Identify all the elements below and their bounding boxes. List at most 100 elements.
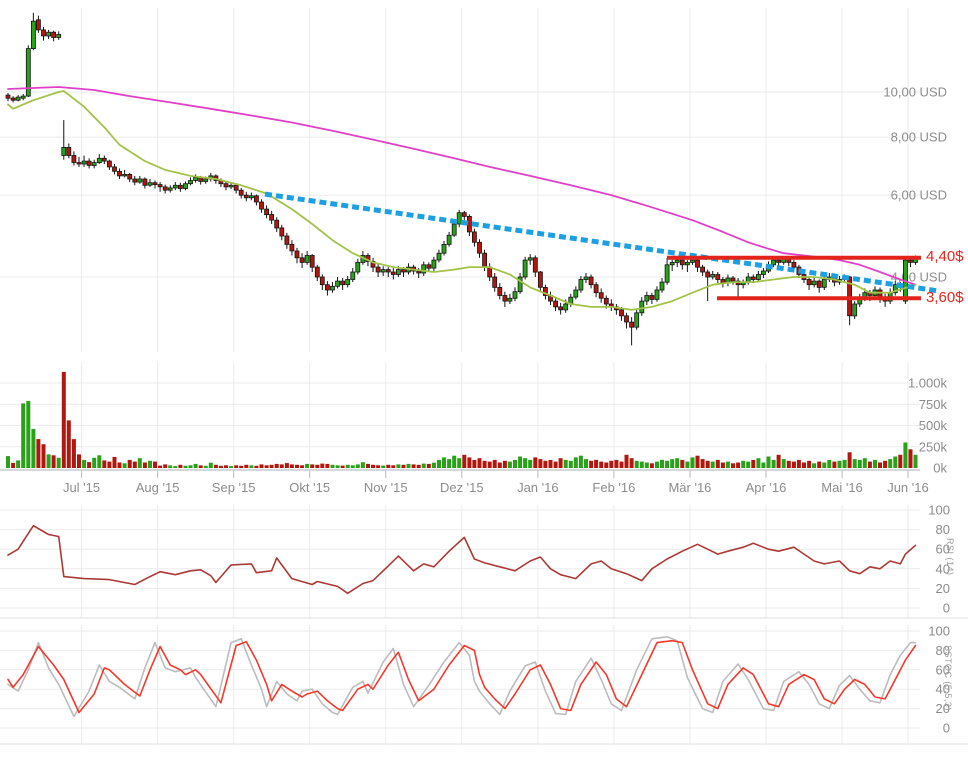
volume-bar bbox=[670, 459, 675, 468]
volume-bar bbox=[893, 456, 898, 468]
volume-bar bbox=[279, 464, 284, 468]
volume-bar bbox=[741, 460, 746, 468]
candle-up bbox=[563, 303, 569, 311]
candle-up bbox=[456, 212, 462, 225]
volume-bar bbox=[619, 461, 624, 468]
candle-down bbox=[127, 173, 133, 180]
candle-down bbox=[806, 279, 812, 286]
month-label: Okt '15 bbox=[289, 480, 330, 495]
candle-down bbox=[117, 170, 122, 177]
candle-down bbox=[10, 97, 16, 101]
volume-bar bbox=[31, 428, 36, 468]
candle-down bbox=[284, 235, 290, 245]
volume-bar bbox=[208, 462, 213, 468]
candle-down bbox=[253, 195, 259, 203]
resistance-level-label: 4,40$ bbox=[926, 248, 964, 265]
candle-up bbox=[137, 178, 143, 183]
candle-up bbox=[56, 34, 62, 38]
volume-bar bbox=[609, 460, 614, 468]
volume-bar bbox=[183, 465, 188, 468]
stoch-axis-label: 100 bbox=[928, 624, 950, 639]
volume-bar bbox=[386, 464, 391, 468]
volume-bar bbox=[46, 454, 51, 468]
candle-up bbox=[172, 184, 178, 189]
candle-down bbox=[593, 284, 599, 294]
candle-down bbox=[314, 266, 320, 278]
volume-bar bbox=[325, 463, 330, 468]
candle-up bbox=[20, 95, 26, 99]
candle-down bbox=[340, 280, 346, 286]
candle-down bbox=[51, 31, 56, 38]
candle-up bbox=[193, 176, 199, 181]
candle-up bbox=[821, 279, 827, 288]
volume-bar bbox=[198, 465, 203, 468]
candle-down bbox=[750, 276, 756, 280]
rsi-axis-label: 100 bbox=[928, 503, 950, 518]
volume-bar bbox=[507, 461, 512, 468]
volume-bar bbox=[761, 462, 766, 468]
volume-bar bbox=[66, 420, 71, 468]
candle-up bbox=[46, 31, 51, 37]
volume-bar bbox=[472, 459, 477, 468]
volume-bar bbox=[102, 460, 107, 468]
candle-down bbox=[385, 269, 391, 273]
candle-down bbox=[466, 215, 472, 233]
candle-up bbox=[147, 182, 153, 186]
candle-down bbox=[426, 264, 432, 269]
stock-chart-canvas[interactable]: 10,00 USD 8,00 USD 6,00 USD 4,00 USD 1.000k 7… bbox=[0, 0, 968, 765]
volume-bar bbox=[56, 457, 61, 468]
candle-down bbox=[259, 201, 264, 210]
volume-bar bbox=[837, 460, 842, 468]
candle-down bbox=[603, 297, 609, 305]
candle-up bbox=[436, 252, 442, 261]
candle-down bbox=[107, 160, 112, 168]
volume-bar bbox=[492, 459, 497, 468]
volume-bar bbox=[842, 459, 847, 468]
candle-up bbox=[674, 259, 680, 263]
candle-down bbox=[375, 266, 381, 273]
volume-bar bbox=[665, 460, 670, 468]
candle-down bbox=[132, 178, 138, 183]
volume-bar bbox=[158, 465, 163, 468]
volume-bar bbox=[371, 464, 375, 468]
volume-bar bbox=[203, 465, 208, 468]
candle-up bbox=[431, 259, 437, 269]
volume-bar bbox=[538, 459, 543, 468]
candle-down bbox=[243, 194, 249, 199]
candle-down bbox=[66, 146, 72, 156]
volume-bar bbox=[16, 460, 21, 468]
candle-down bbox=[624, 315, 629, 323]
volume-bar bbox=[406, 463, 411, 468]
candle-down bbox=[86, 160, 92, 166]
volume-bar bbox=[502, 460, 507, 468]
volume-bar bbox=[497, 462, 502, 468]
volume-bar bbox=[731, 463, 735, 468]
candle-up bbox=[122, 173, 127, 177]
candle-down bbox=[629, 321, 634, 328]
volume-axis-label: 250k bbox=[919, 439, 948, 454]
candle-up bbox=[811, 280, 817, 286]
volume-bar bbox=[396, 464, 401, 468]
candle-down bbox=[142, 178, 148, 186]
candle-up bbox=[446, 234, 452, 245]
candle-up bbox=[167, 187, 173, 191]
price-axis-label: 10,00 USD bbox=[883, 85, 947, 100]
candle-up bbox=[350, 271, 356, 280]
volume-bar bbox=[345, 464, 350, 468]
candle-up bbox=[654, 289, 660, 300]
candle-up bbox=[395, 269, 401, 275]
volume-bar bbox=[107, 461, 112, 468]
stock-chart-widget[interactable]: 10,00 USD 8,00 USD 6,00 USD 4,00 USD 1.000k 7… bbox=[0, 0, 968, 765]
volume-bar bbox=[766, 456, 771, 468]
volume-bar bbox=[51, 455, 56, 469]
candle-down bbox=[553, 300, 558, 308]
candle-up bbox=[451, 223, 457, 236]
volume-bar bbox=[148, 460, 152, 468]
candle-up bbox=[61, 146, 67, 156]
volume-bar bbox=[437, 459, 441, 468]
volume-bar bbox=[239, 465, 244, 468]
candle-up bbox=[355, 261, 361, 273]
candle-down bbox=[492, 276, 498, 288]
volume-bar bbox=[457, 458, 462, 468]
volume-bar bbox=[756, 458, 761, 468]
